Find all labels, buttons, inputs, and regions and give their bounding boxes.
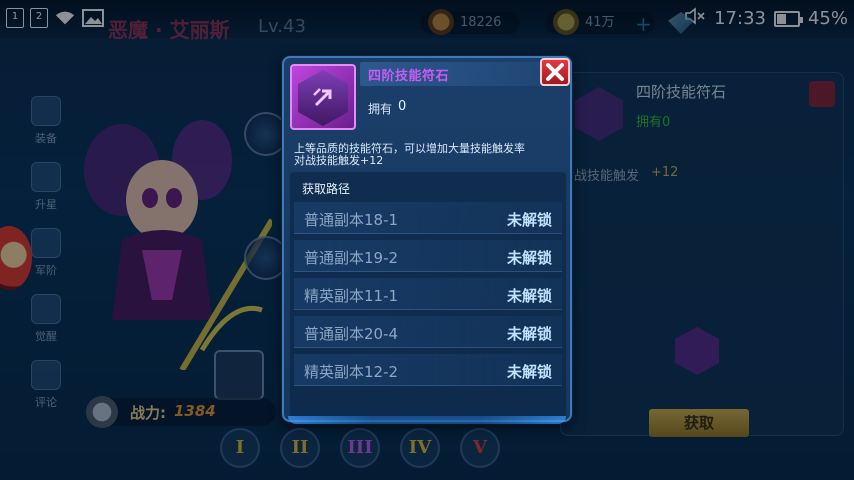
item-source-modal: 四阶技能符石 拥有 0 上等品质的技能符石，可以增加大量技能触发率 对战技能触发… — [282, 56, 572, 424]
path-row[interactable]: 普通副本19-2 未解锁 — [294, 240, 562, 272]
item-icon-frame — [290, 64, 356, 130]
item-effect: 对战技能触发+12 — [294, 154, 384, 167]
path-row[interactable]: 精英副本12-2 未解锁 — [294, 354, 562, 386]
title-bar: 四阶技能符石 — [360, 62, 568, 86]
owned-value: 0 — [398, 99, 407, 114]
stage-name: 精英副本11-1 — [304, 287, 399, 305]
path-row[interactable]: 普通副本20-4 未解锁 — [294, 316, 562, 348]
stage-name: 精英副本12-2 — [304, 363, 399, 381]
skill-rune-icon — [298, 70, 348, 126]
lock-status: 未解锁 — [506, 325, 552, 343]
stage-name: 普通副本20-4 — [304, 325, 399, 343]
lock-status: 未解锁 — [506, 249, 552, 267]
path-row[interactable]: 精英副本11-1 未解锁 — [294, 278, 562, 310]
lock-status: 未解锁 — [506, 363, 552, 381]
lock-status: 未解锁 — [506, 211, 552, 229]
stage-name: 普通副本18-1 — [304, 211, 399, 229]
close-button[interactable] — [540, 58, 570, 86]
modal-title: 四阶技能符石 — [368, 69, 450, 84]
stage-name: 普通副本19-2 — [304, 249, 399, 267]
close-icon — [546, 63, 564, 81]
path-row[interactable]: 普通副本18-1 未解锁 — [294, 202, 562, 234]
owned-label: 拥有 — [368, 102, 393, 116]
acquisition-path-panel: 获取路径 普通副本18-1 未解锁 普通副本19-2 未解锁 精英副本11-1 … — [290, 172, 566, 418]
lock-status: 未解锁 — [506, 287, 552, 305]
path-header: 获取路径 — [302, 182, 351, 196]
